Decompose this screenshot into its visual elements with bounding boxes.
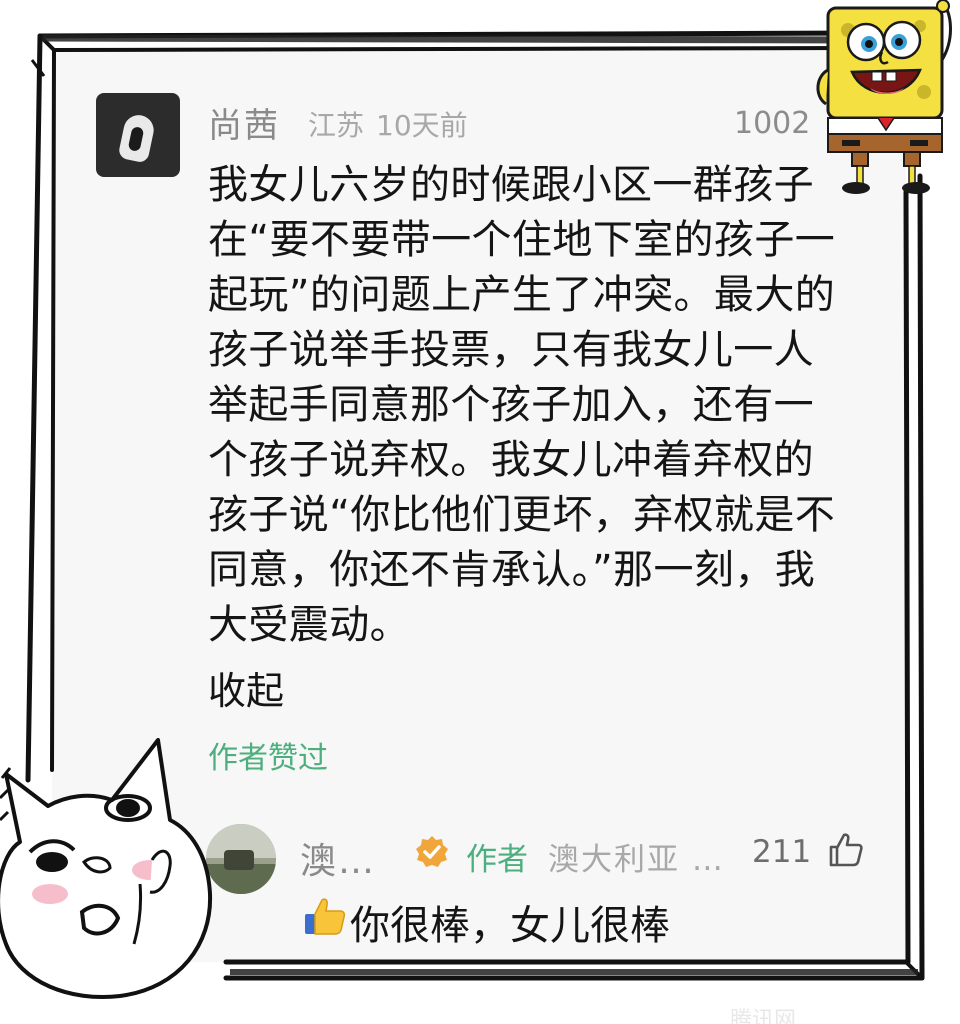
screenshot-page: 尚茜 江苏 10天前 1002 我女儿六岁的时候跟小区一群孩子 在“要不要带一个住… [0, 0, 960, 1024]
spongebob-sticker [816, 0, 952, 194]
comment-body-line: 大受震动。 [208, 602, 410, 648]
comment-location: 江苏 [308, 109, 365, 142]
thumbs-up-emoji-icon [305, 898, 346, 935]
reply-location: 澳大利亚 … [548, 842, 725, 878]
comment-body-line: 孩子说举手投票，只有我女儿一人 [208, 327, 814, 373]
thumbs-up-icon[interactable] [826, 830, 866, 870]
collapse-button[interactable]: 收起 [208, 660, 284, 715]
comment-body-line: 在“要不要带一个住地下室的孩子一 [208, 217, 836, 263]
reply-text: 你很棒，女儿很棒 [350, 903, 670, 949]
comment-meta: 江苏 10天前 [308, 104, 468, 144]
comment-body-line: 个孩子说弃权。我女儿冲着弃权的 [208, 437, 814, 483]
commenter-avatar[interactable] [96, 93, 180, 177]
check-badge-icon [416, 836, 448, 867]
comment-like-count[interactable]: 1002 [734, 106, 810, 141]
comment-body-line: 我女儿六岁的时候跟小区一群孩子 [208, 162, 814, 208]
reply-like-count: 211 [752, 834, 812, 870]
comment-body-line: 同意，你还不肯承认。”那一刻，我 [208, 547, 816, 593]
watermark: 腾讯网 [730, 1008, 797, 1024]
crying-cat-sticker [0, 738, 213, 999]
author-liked-label: 作者赞过 [208, 741, 328, 776]
comment-time: 10天前 [376, 109, 468, 142]
comment-body-line: 举起手同意那个孩子加入，还有一 [208, 382, 814, 428]
comment-body: 我女儿六岁的时候跟小区一群孩子 在“要不要带一个住地下室的孩子一 起玩”的问题上… [208, 158, 876, 653]
commenter-name[interactable]: 尚茜 [208, 98, 280, 147]
reply-user-name[interactable]: 澳… [300, 832, 376, 884]
comment-body-line: 孩子说“你比他们更坏，弃权就是不 [208, 492, 836, 538]
author-tag: 作者 [466, 842, 528, 878]
comment-body-line: 起玩”的问题上产生了冲突。最大的 [208, 272, 836, 318]
